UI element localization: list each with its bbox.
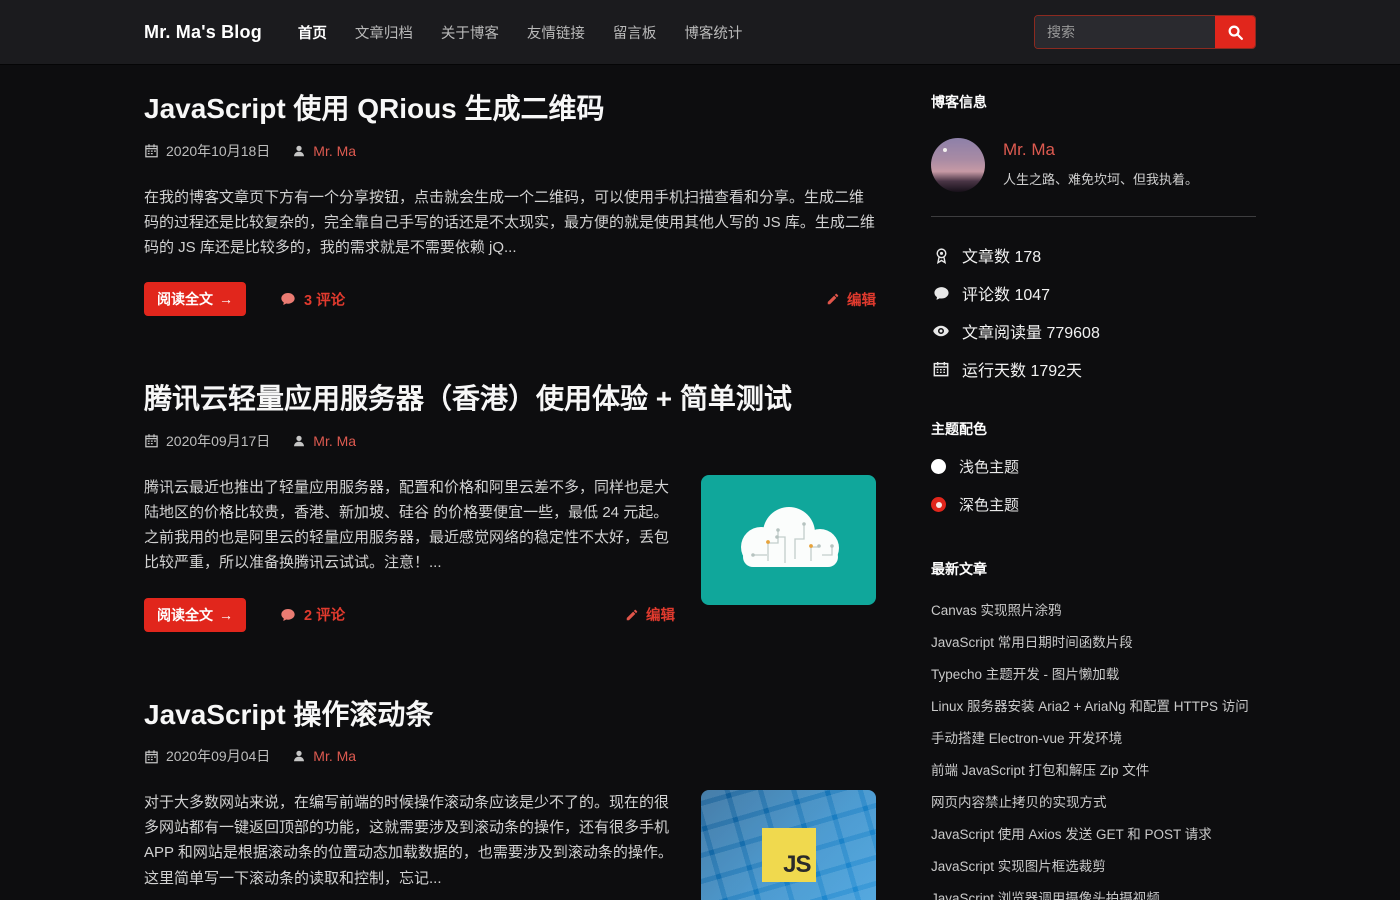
- stat-row-uptime: 运行天数 1792天: [931, 357, 1256, 381]
- read-more-button[interactable]: 阅读全文 →: [144, 282, 246, 316]
- sidebar-divider: [931, 216, 1256, 217]
- latest-post-link[interactable]: JavaScript 浏览器调用摄像头拍摄视频: [931, 892, 1256, 900]
- post-title[interactable]: 腾讯云轻量应用服务器（香港）使用体验 + 简单测试: [144, 382, 876, 416]
- post-list: JavaScript 使用 QRious 生成二维码 2020年10月18日 M…: [144, 92, 876, 900]
- blog-info-heading: 博客信息: [931, 92, 1256, 112]
- search-icon: [1227, 24, 1244, 41]
- post-article: JavaScript 使用 QRious 生成二维码 2020年10月18日 M…: [144, 92, 876, 316]
- post-excerpt: 对于大多数网站来说，在编写前端的时候操作滚动条应该是少不了的。现在的很多网站都有…: [144, 790, 675, 891]
- nav-item-home[interactable]: 首页: [298, 22, 327, 43]
- read-more-button[interactable]: 阅读全文 →: [144, 598, 246, 632]
- nav-item-stats[interactable]: 博客统计: [684, 22, 742, 43]
- stat-row-views: 文章阅读量 779608: [931, 319, 1256, 343]
- pencil-icon: [826, 292, 840, 306]
- comments-link[interactable]: 2 评论: [280, 604, 345, 625]
- latest-post-link[interactable]: JavaScript 实现图片框选裁剪: [931, 860, 1256, 874]
- post-excerpt: 腾讯云最近也推出了轻量应用服务器，配置和价格和阿里云差不多，同样也是大陆地区的价…: [144, 475, 675, 576]
- latest-post-link[interactable]: 前端 JavaScript 打包和解压 Zip 文件: [931, 764, 1256, 778]
- search-button[interactable]: [1215, 16, 1255, 48]
- comments-link[interactable]: 3 评论: [280, 289, 345, 310]
- arrow-right-icon: →: [219, 291, 233, 307]
- pencil-icon: [625, 608, 639, 622]
- post-title[interactable]: JavaScript 使用 QRious 生成二维码: [144, 92, 876, 126]
- stat-row-comments: 评论数 1047: [931, 281, 1256, 305]
- sidebar: 博客信息 Mr. Ma 人生之路、难免坎坷、但我执着。 文章数 178 评论数 …: [931, 92, 1256, 900]
- latest-post-link[interactable]: 手动搭建 Electron-vue 开发环境: [931, 732, 1256, 746]
- calendar-icon: [931, 361, 951, 377]
- cloud-circuit-icon: [723, 499, 855, 581]
- search-box: [1034, 15, 1256, 49]
- post-date: 2020年09月04日: [166, 746, 270, 766]
- avatar: [931, 138, 985, 192]
- user-icon: [292, 144, 306, 158]
- latest-post-link[interactable]: JavaScript 使用 Axios 发送 GET 和 POST 请求: [931, 828, 1256, 842]
- post-author-link[interactable]: Mr. Ma: [313, 143, 356, 159]
- comment-bubble-icon: [280, 607, 296, 623]
- latest-post-link[interactable]: Canvas 实现照片涂鸦: [931, 604, 1256, 618]
- post-excerpt: 在我的博客文章页下方有一个分享按钮，点击就会生成一个二维码，可以使用手机扫描查看…: [144, 185, 876, 261]
- profile-card: Mr. Ma 人生之路、难免坎坷、但我执着。: [931, 138, 1256, 192]
- radio-selected-icon[interactable]: [931, 497, 946, 512]
- latest-post-link[interactable]: JavaScript 常用日期时间函数片段: [931, 636, 1256, 650]
- search-input[interactable]: [1035, 16, 1215, 48]
- comment-icon: [931, 285, 951, 302]
- profile-motto: 人生之路、难免坎坷、但我执着。: [1003, 169, 1198, 188]
- nav-item-archive[interactable]: 文章归档: [355, 22, 413, 43]
- medal-icon: [931, 247, 951, 264]
- post-thumbnail-js-logo[interactable]: JS: [701, 790, 876, 900]
- latest-posts-section: 最新文章 Canvas 实现照片涂鸦 JavaScript 常用日期时间函数片段…: [931, 559, 1256, 900]
- post-meta: 2020年10月18日 Mr. Ma: [144, 141, 876, 161]
- calendar-icon: [144, 143, 159, 158]
- post-article: JavaScript 操作滚动条 2020年09月04日 Mr. Ma 对于大多…: [144, 698, 876, 900]
- top-navbar: Mr. Ma's Blog 首页 文章归档 关于博客 友情链接 留言板 博客统计: [0, 0, 1400, 65]
- post-date: 2020年10月18日: [166, 141, 270, 161]
- blog-stats: 文章数 178 评论数 1047 文章阅读量 779608 运行天数 1792天: [931, 243, 1256, 381]
- latest-post-link[interactable]: Typecho 主题开发 - 图片懒加载: [931, 668, 1256, 682]
- calendar-icon: [144, 749, 159, 764]
- latest-post-link[interactable]: Linux 服务器安装 Aria2 + AriaNg 和配置 HTTPS 访问: [931, 700, 1256, 714]
- edit-link[interactable]: 编辑: [826, 289, 876, 310]
- post-date: 2020年09月17日: [166, 431, 270, 451]
- latest-posts-heading: 最新文章: [931, 559, 1256, 579]
- eye-icon: [931, 322, 951, 340]
- site-logo[interactable]: Mr. Ma's Blog: [144, 22, 262, 43]
- post-meta: 2020年09月17日 Mr. Ma: [144, 431, 876, 451]
- post-meta: 2020年09月04日 Mr. Ma: [144, 746, 876, 766]
- theme-heading: 主题配色: [931, 419, 1256, 439]
- javascript-logo-icon: JS: [762, 828, 816, 882]
- post-author-link[interactable]: Mr. Ma: [313, 433, 356, 449]
- calendar-icon: [144, 433, 159, 448]
- nav-item-links[interactable]: 友情链接: [527, 22, 585, 43]
- theme-section: 主题配色 浅色主题 深色主题: [931, 419, 1256, 515]
- theme-option-dark[interactable]: 深色主题: [931, 494, 1256, 515]
- stat-row-posts: 文章数 178: [931, 243, 1256, 267]
- user-icon: [292, 434, 306, 448]
- main-nav: 首页 文章归档 关于博客 友情链接 留言板 博客统计: [298, 22, 743, 43]
- radio-unselected-icon[interactable]: [931, 459, 946, 474]
- nav-item-guestbook[interactable]: 留言板: [613, 22, 657, 43]
- profile-name-link[interactable]: Mr. Ma: [1003, 140, 1198, 160]
- post-article: 腾讯云轻量应用服务器（香港）使用体验 + 简单测试 2020年09月17日 Mr…: [144, 382, 876, 631]
- latest-post-link[interactable]: 网页内容禁止拷贝的实现方式: [931, 796, 1256, 810]
- latest-posts-list: Canvas 实现照片涂鸦 JavaScript 常用日期时间函数片段 Type…: [931, 604, 1256, 900]
- arrow-right-icon: →: [219, 607, 233, 623]
- edit-link[interactable]: 编辑: [625, 604, 675, 625]
- comment-bubble-icon: [280, 291, 296, 307]
- post-title[interactable]: JavaScript 操作滚动条: [144, 698, 876, 732]
- theme-option-light[interactable]: 浅色主题: [931, 456, 1256, 477]
- post-author-link[interactable]: Mr. Ma: [313, 748, 356, 764]
- nav-item-about[interactable]: 关于博客: [441, 22, 499, 43]
- user-icon: [292, 749, 306, 763]
- post-thumbnail-cloud-illustration[interactable]: [701, 475, 876, 605]
